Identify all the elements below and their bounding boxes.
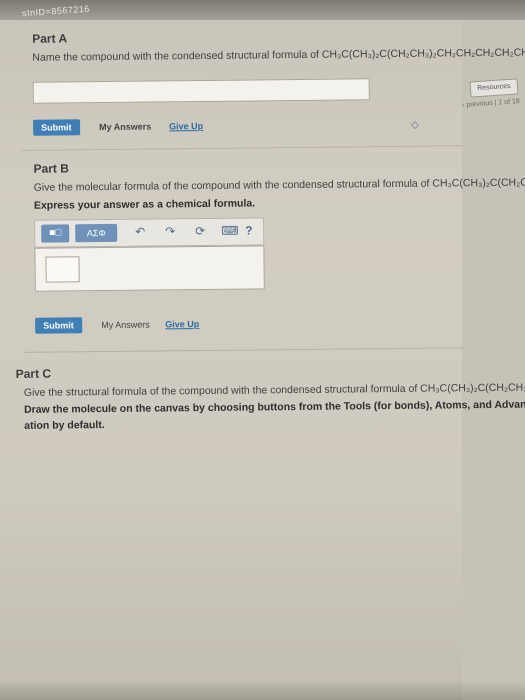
part-c-instruction: Draw the molecule on the canvas by choos…	[23, 397, 525, 416]
photo-background: sInID=8567216 Resources ‹ previous | 1 o…	[0, 0, 525, 700]
part-b-answer-area	[34, 245, 265, 292]
part-b-equation-toolbar: ■□ ΑΣΦ ↶ ↷ ⟳ ⌨ ?	[34, 217, 265, 248]
question-content: Part A Name the compound with the conden…	[10, 17, 525, 700]
part-a-question: Name the compound with the condensed str…	[32, 46, 525, 64]
part-b-label: Part B	[33, 161, 69, 176]
part-c-question: Give the structural formula of the compo…	[23, 380, 525, 399]
part-b-submit-button[interactable]: Submit	[35, 317, 82, 334]
part-a-give-up-link[interactable]: Give Up	[169, 121, 203, 131]
part-a-submit-button[interactable]: Submit	[33, 119, 80, 136]
bottom-shadow	[0, 680, 525, 700]
divider-a	[21, 145, 462, 151]
part-b-answer-field[interactable]	[45, 256, 80, 283]
part-c-label: Part C	[15, 366, 52, 381]
part-b-my-answers-link[interactable]: My Answers	[101, 320, 150, 331]
undo-icon[interactable]: ↶	[135, 225, 145, 239]
greek-symbols-button[interactable]: ΑΣΦ	[75, 223, 118, 243]
divider-b	[23, 347, 464, 353]
right-sidebar	[462, 20, 525, 700]
part-a-answer-field[interactable]	[32, 78, 370, 104]
template-button[interactable]: ■□	[41, 224, 70, 243]
part-b-give-up-link[interactable]: Give Up	[165, 319, 199, 329]
part-a-label: Part A	[32, 31, 68, 46]
part-b-question: Give the molecular formula of the compou…	[33, 175, 525, 194]
feedback-icon: ◇	[411, 119, 419, 131]
part-a-my-answers-link[interactable]: My Answers	[99, 122, 151, 133]
help-icon[interactable]: ?	[245, 223, 252, 237]
part-b-instruction: Express your answer as a chemical formul…	[33, 197, 256, 212]
part-c-instruction-tail: ation by default.	[24, 419, 105, 432]
url-text: sInID=8567216	[21, 3, 91, 19]
reset-icon[interactable]: ⟳	[195, 224, 205, 238]
redo-icon[interactable]: ↷	[165, 224, 175, 238]
keyboard-icon[interactable]: ⌨	[221, 224, 238, 238]
resources-button[interactable]: Resources	[469, 78, 519, 98]
